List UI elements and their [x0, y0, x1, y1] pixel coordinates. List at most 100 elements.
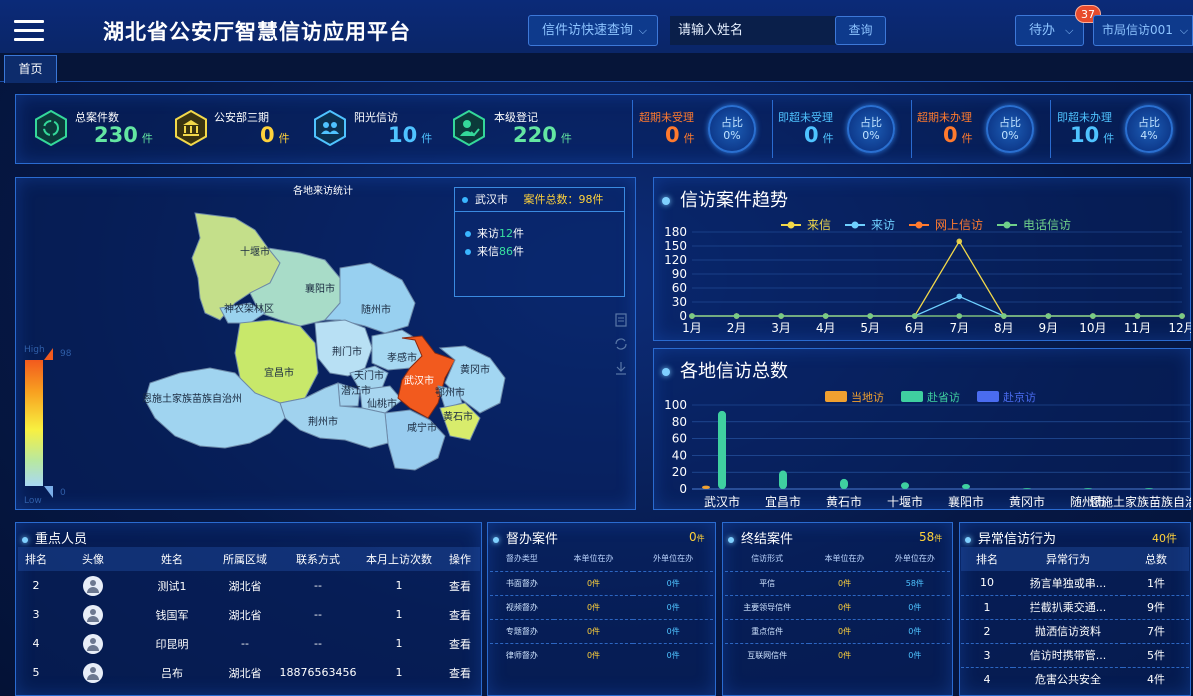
cell: 书面督办 [490, 570, 554, 595]
legend-marker [1003, 221, 1011, 229]
restore-icon[interactable] [614, 337, 628, 351]
search-button[interactable]: 查询 [835, 16, 886, 45]
view-link[interactable]: 查看 [440, 658, 480, 687]
bar [840, 478, 848, 489]
table-header: 信访形式 本单位在办 外单位在办 [725, 547, 950, 571]
table-row: 互联网信件 0件 0件 [725, 642, 950, 667]
data-point [1134, 313, 1141, 319]
col-internal: 本单位在办 [573, 554, 614, 564]
bar [962, 483, 970, 489]
legend-swatch [977, 391, 999, 402]
ratio-circle: 占比 0% [986, 105, 1034, 153]
table-row: 平信 0件 58件 [725, 570, 950, 595]
divider [632, 100, 633, 158]
view-link[interactable]: 查看 [440, 629, 480, 658]
data-point [689, 313, 695, 319]
map-color-scale[interactable] [25, 360, 43, 486]
map-label: 宜昌市 [264, 366, 294, 379]
download-icon[interactable] [614, 361, 628, 375]
legend-letter: 来信86件 [465, 243, 524, 259]
col-type: 督办类型 [505, 554, 538, 564]
rank: 5 [32, 666, 40, 679]
trend-line-chart: 来信 来访 网上信访 电话信访03060901201501801月 2月 3月 4月 5月 6月… [664, 218, 1191, 335]
avatar [83, 633, 103, 654]
x-tick-label: 黄冈市 [1009, 494, 1045, 509]
cell: 0件 [553, 618, 634, 643]
data-point [822, 313, 829, 319]
x-tick-label: 恩施土家族苗族自治州 [1089, 494, 1191, 509]
series-line [692, 295, 1182, 317]
cell: 0件 [809, 618, 880, 643]
scale-min-label: 0 [60, 488, 66, 498]
ratio-circle: 占比 0% [708, 105, 756, 153]
total: 1件 [1147, 576, 1165, 590]
table-row: 5 吕布 湖北省 18876563456 1 查看 [18, 658, 480, 687]
data-point [1090, 313, 1096, 319]
person-phone: -- [314, 637, 322, 650]
quick-query-dropdown[interactable]: 信件访快速查询 ⌵ [528, 15, 658, 46]
x-tick-label: 武汉市 [704, 494, 740, 509]
key-persons-table: 排名 头像 姓名 所属区域 联系方式 本月上访次数 操作 2 测试1 湖北省 -… [18, 547, 480, 687]
map-region-xianning[interactable] [384, 409, 446, 471]
abnormal-table: 排名 异常行为 总数 10 扬言单独或串... 1件 1 拦截扒乘交通... 9件 2 抛… [961, 547, 1189, 691]
person-area: 湖北省 [228, 608, 262, 622]
scale-high-handle[interactable] [44, 348, 53, 360]
legend-city: 武汉市 [475, 193, 508, 206]
table-row: 2 抛洒信访资料 7件 [961, 619, 1189, 643]
map-label: 襄阳市 [305, 282, 335, 295]
people-icon [314, 110, 346, 146]
legend-label: 赴省访 [927, 390, 960, 404]
table-row: 3 钱国军 湖北省 -- 1 查看 [18, 600, 480, 629]
x-tick-label: 1月 [682, 321, 702, 335]
map-label: 十堰市 [240, 245, 270, 258]
x-tick-label: 5月 [860, 321, 880, 335]
table-row: 3 信访时携带管... 5件 [961, 643, 1189, 667]
table-row: 4 危害公共安全 4件 [961, 667, 1189, 691]
key-persons-title: 重点人员 [22, 528, 87, 547]
cell: 0件 [879, 642, 950, 667]
series-line [692, 240, 1182, 317]
person-name: 钱国军 [155, 608, 189, 622]
chevron-down-icon: ⌵ [1065, 24, 1074, 37]
map-label: 孝感市 [387, 351, 417, 364]
cell: 0件 [809, 570, 880, 595]
cell: 0件 [633, 594, 713, 619]
rank: 4 [32, 637, 40, 650]
legend-visit: 来访12件 [465, 225, 524, 241]
pending-count: 0件 [689, 530, 705, 544]
data-point [911, 313, 918, 319]
tab-home[interactable]: 首页 [4, 55, 57, 83]
todo-dropdown[interactable]: 待办 ⌵ [1015, 15, 1084, 46]
col-phone: 联系方式 [296, 553, 340, 566]
quick-query-label: 信件访快速查询 [542, 23, 634, 38]
x-tick-label: 襄阳市 [948, 494, 984, 509]
view-link[interactable]: 查看 [440, 571, 480, 600]
map-label: 天门市 [354, 369, 384, 382]
bar [1023, 488, 1031, 489]
tab-bar: 首页 [0, 53, 1193, 83]
user-dropdown[interactable]: 市局信访001 ⌵ [1093, 15, 1193, 46]
scale-max-label: 98 [60, 349, 72, 359]
cell: 专题督办 [490, 618, 554, 643]
legend-label: 来信 [807, 218, 831, 232]
col-visits: 本月上访次数 [366, 553, 432, 566]
total: 9件 [1147, 601, 1165, 614]
data-view-icon[interactable] [614, 313, 628, 327]
behavior: 扬言单独或串... [1029, 576, 1107, 590]
person-name: 测试1 [157, 579, 187, 593]
menu-icon[interactable] [14, 20, 44, 42]
legend-label: 电话信访 [1023, 218, 1071, 232]
x-tick-label: 8月 [994, 321, 1014, 335]
person-phone: 18876563456 [279, 666, 357, 679]
cell: 0件 [809, 594, 880, 619]
map-legend-box: 武汉市 案件总数：98件 来访12件 来信86件 [454, 187, 625, 297]
view-link[interactable]: 查看 [440, 600, 480, 629]
total: 4件 [1147, 673, 1165, 687]
rank: 2 [983, 624, 991, 638]
recycle-icon [35, 110, 67, 146]
y-tick-label: 90 [672, 267, 687, 281]
scale-low-handle[interactable] [44, 486, 53, 498]
legend-label: 网上信访 [935, 218, 983, 232]
name-search-input[interactable] [670, 16, 836, 45]
divider [911, 100, 912, 158]
